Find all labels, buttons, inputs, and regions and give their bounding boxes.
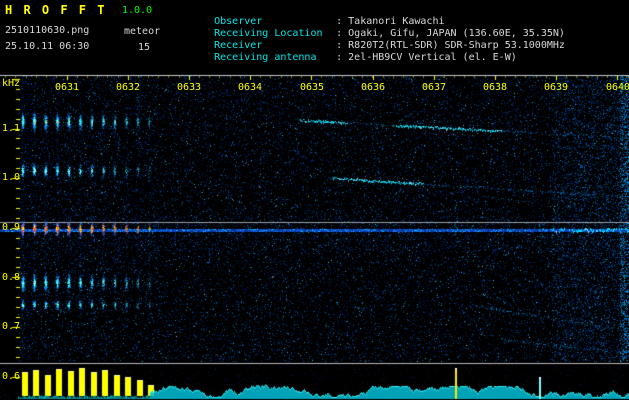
x-tick-label: 0637 xyxy=(421,82,447,93)
app-title: H R O F F T xyxy=(5,3,107,17)
info-label: Observer xyxy=(214,16,263,27)
info-label: Receiver xyxy=(214,40,263,51)
y-tick-label: 0.7 xyxy=(2,321,21,332)
y-tick-label: 1.0 xyxy=(2,172,21,183)
info-value: : 2el-HB9CV Vertical (el. E-W) xyxy=(336,52,517,63)
x-tick-label: 0639 xyxy=(543,82,569,93)
hrofft-output-window: H R O F F T 1.0.0 2510110630.png meteor … xyxy=(0,0,629,400)
y-tick-label: 0.9 xyxy=(2,222,21,233)
y-axis-unit: kHz xyxy=(2,78,21,89)
observation-datetime: 25.10.11 06:30 xyxy=(5,41,90,52)
info-label: Receiving antenna xyxy=(214,52,317,63)
x-tick-label: 0632 xyxy=(115,82,141,93)
x-tick-label: 0636 xyxy=(360,82,386,93)
echo-count: 15 xyxy=(138,42,151,53)
y-tick-label: 0.8 xyxy=(2,272,21,283)
app-version: 1.0.0 xyxy=(122,5,153,16)
info-value: : Ogaki, Gifu, JAPAN (136.60E, 35.35N) xyxy=(336,28,565,39)
x-tick-label: 0635 xyxy=(299,82,325,93)
info-value: : Takanori Kawachi xyxy=(336,16,445,27)
output-filename: 2510110630.png xyxy=(5,25,90,36)
info-label: Receiving Location xyxy=(214,28,323,39)
x-tick-label: 0634 xyxy=(237,82,263,93)
x-tick-label: 0631 xyxy=(54,82,80,93)
x-tick-label: 0638 xyxy=(482,82,508,93)
y-tick-label: 1.1 xyxy=(2,123,21,134)
station-info: Observer : Takanori Kawachi Receiving Loc… xyxy=(178,4,565,63)
x-tick-label: 0633 xyxy=(176,82,202,93)
x-tick-label: 0640 xyxy=(605,82,629,93)
y-tick-label: 0.6 xyxy=(2,371,21,382)
info-value: : R820T2(RTL-SDR) SDR-Sharp 53.1000MHz xyxy=(336,40,565,51)
mode-label: meteor xyxy=(124,26,161,37)
info-row-observer: Observer : Takanori Kawachi xyxy=(178,4,565,27)
